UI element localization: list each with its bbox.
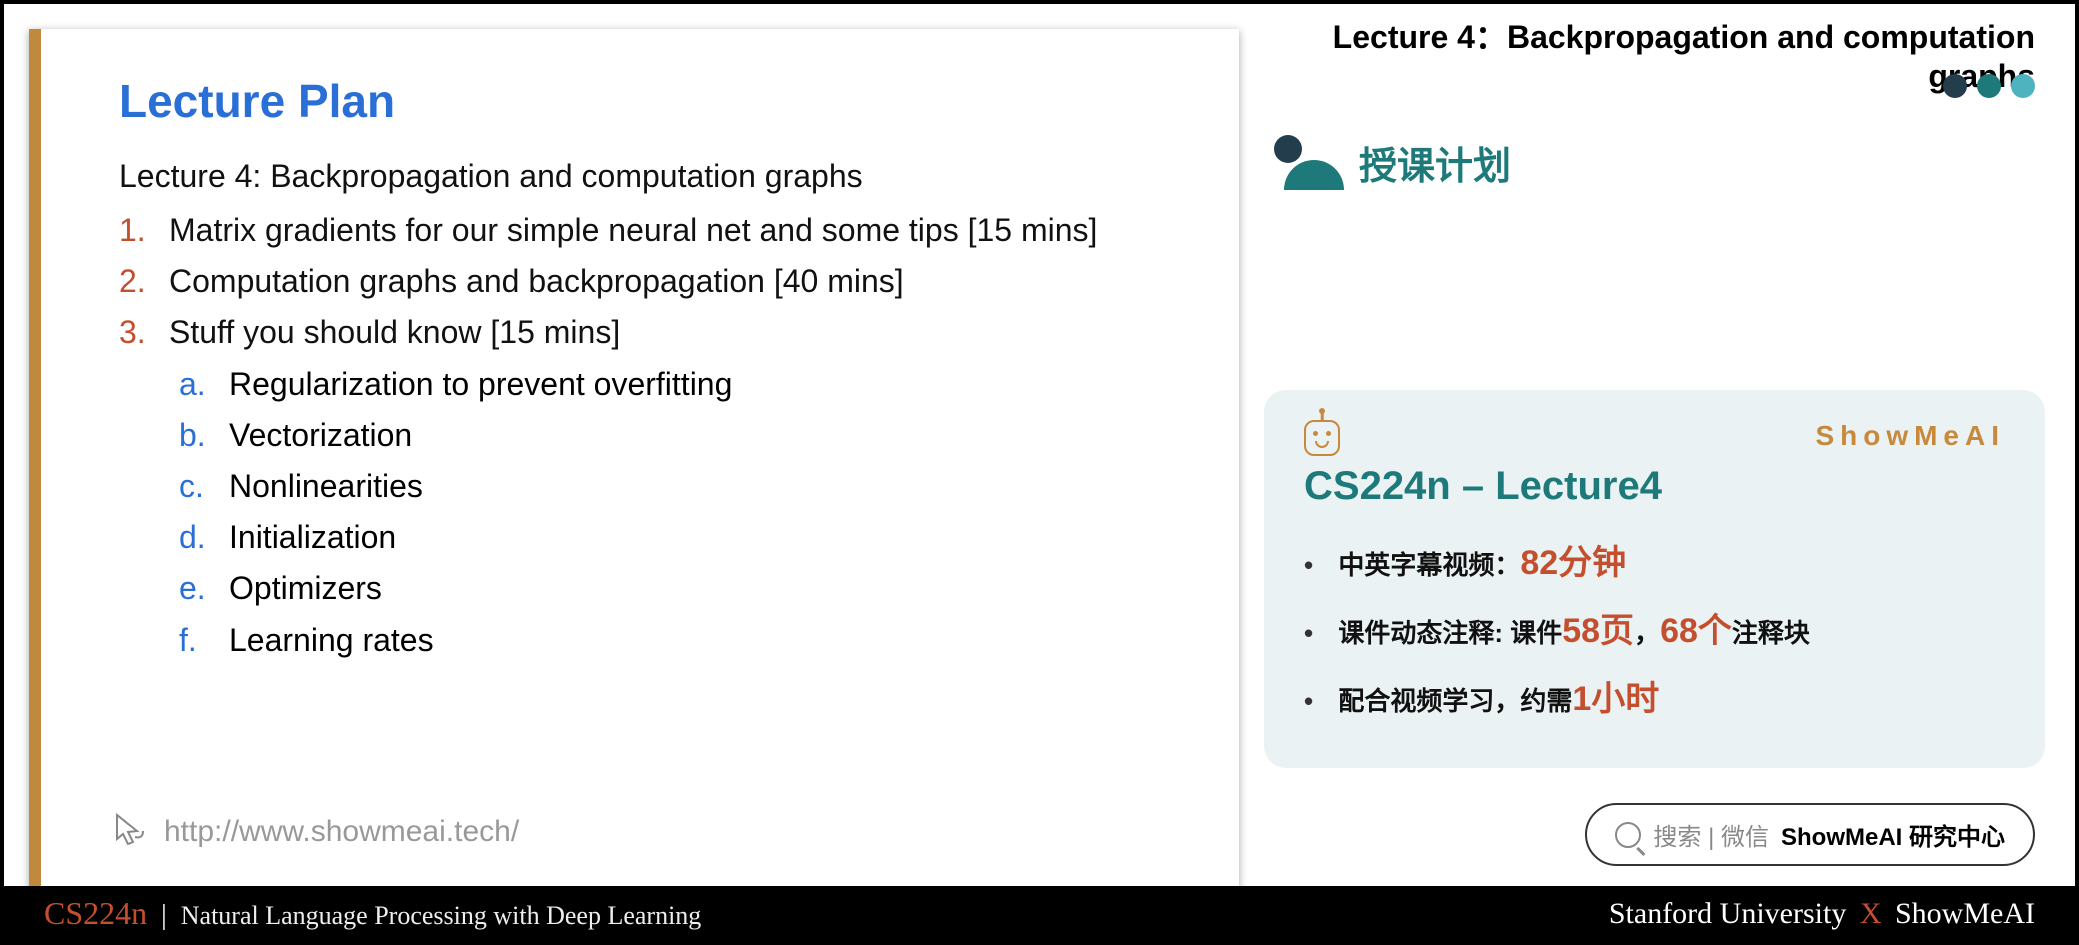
list-letter: f. bbox=[179, 615, 229, 666]
main-area: Lecture Plan Lecture 4: Backpropagation … bbox=[4, 4, 2075, 886]
list-letter: e. bbox=[179, 563, 229, 614]
list-item: 3. Stuff you should know [15 mins] bbox=[119, 307, 1179, 358]
robot-icon bbox=[1304, 420, 1340, 456]
card-list-item: 课件动态注释: 课件58页，68个注释块 bbox=[1304, 597, 2005, 665]
card-list-item: 配合视频学习，约需1小时 bbox=[1304, 665, 2005, 733]
list-number: 2. bbox=[119, 256, 169, 307]
course-code: CS224n bbox=[44, 895, 147, 932]
list-number: 1. bbox=[119, 205, 169, 256]
list-item: 2. Computation graphs and backpropagatio… bbox=[119, 256, 1179, 307]
list-text: Computation graphs and backpropagation [… bbox=[169, 256, 904, 307]
footer-right: Stanford University X ShowMeAI bbox=[1609, 897, 2035, 931]
lecture-subtitle: Lecture 4: Backpropagation and computati… bbox=[119, 158, 1179, 195]
slide-title: Lecture Plan bbox=[119, 74, 1179, 128]
list-item: d. Initialization bbox=[179, 512, 1179, 563]
list-text: Learning rates bbox=[229, 615, 434, 666]
list-item: a. Regularization to prevent overfitting bbox=[179, 359, 1179, 410]
main-list: 1. Matrix gradients for our simple neura… bbox=[119, 205, 1179, 359]
bullet-text: 配合视频学习，约需 bbox=[1338, 686, 1572, 716]
list-item: 1. Matrix gradients for our simple neura… bbox=[119, 205, 1179, 256]
footer-left: CS224n | Natural Language Processing wit… bbox=[44, 895, 701, 932]
highlight-value: 1小时 bbox=[1572, 680, 1659, 718]
list-letter: d. bbox=[179, 512, 229, 563]
semicircle-icon bbox=[1274, 135, 1344, 190]
search-icon bbox=[1615, 822, 1641, 848]
search-hint: 搜索 | 微信 bbox=[1653, 817, 1769, 852]
list-text: Stuff you should know [15 mins] bbox=[169, 307, 620, 358]
brand-name: ShowMeAI bbox=[1895, 897, 2035, 930]
dot-icon bbox=[1943, 74, 1967, 98]
card-list-item: 中英字幕视频：82分钟 bbox=[1304, 529, 2005, 597]
left-panel: Lecture Plan Lecture 4: Backpropagation … bbox=[4, 4, 1249, 886]
dot-icon bbox=[1977, 74, 2001, 98]
cursor-icon bbox=[109, 809, 149, 854]
highlight-value: 58页 bbox=[1562, 612, 1634, 650]
bottom-bar: CS224n | Natural Language Processing wit… bbox=[4, 886, 2075, 941]
list-text: Vectorization bbox=[229, 410, 412, 461]
list-item: b. Vectorization bbox=[179, 410, 1179, 461]
university-name: Stanford University bbox=[1609, 897, 1846, 930]
right-panel: Lecture 4：Backpropagation and computatio… bbox=[1249, 4, 2075, 886]
list-text: Optimizers bbox=[229, 563, 382, 614]
list-letter: b. bbox=[179, 410, 229, 461]
bullet-text: 注释块 bbox=[1732, 618, 1810, 648]
page-frame: Lecture Plan Lecture 4: Backpropagation … bbox=[0, 0, 2079, 945]
list-item: e. Optimizers bbox=[179, 563, 1179, 614]
brand-label: ShowMeAI bbox=[1815, 420, 2005, 452]
slide-card: Lecture Plan Lecture 4: Backpropagation … bbox=[29, 29, 1239, 889]
list-letter: a. bbox=[179, 359, 229, 410]
highlight-value: 68个 bbox=[1660, 612, 1732, 650]
bullet-text: 课件动态注释: 课件 bbox=[1338, 618, 1562, 648]
list-letter: c. bbox=[179, 461, 229, 512]
list-text: Initialization bbox=[229, 512, 396, 563]
x-separator: X bbox=[1860, 897, 1882, 930]
card-list: 中英字幕视频：82分钟 课件动态注释: 课件58页，68个注释块 配合视频学习，… bbox=[1304, 529, 2005, 733]
dot-icon bbox=[2011, 74, 2035, 98]
lecture-header: Lecture 4：Backpropagation and computatio… bbox=[1264, 4, 2045, 100]
list-item: f. Learning rates bbox=[179, 615, 1179, 666]
list-text: Nonlinearities bbox=[229, 461, 423, 512]
search-pill[interactable]: 搜索 | 微信 ShowMeAI 研究中心 bbox=[1585, 803, 2035, 866]
highlight-value: 82分钟 bbox=[1520, 544, 1626, 582]
bullet-text: ， bbox=[1634, 618, 1660, 648]
section-title: 授课计划 bbox=[1359, 135, 1511, 190]
course-name: Natural Language Processing with Deep Le… bbox=[181, 901, 702, 931]
list-text: Matrix gradients for our simple neural n… bbox=[169, 205, 1097, 256]
card-title: CS224n – Lecture4 bbox=[1304, 464, 2005, 509]
divider: | bbox=[161, 900, 167, 932]
section-header: 授课计划 bbox=[1274, 135, 2045, 190]
sub-list: a. Regularization to prevent overfitting… bbox=[179, 359, 1179, 666]
list-item: c. Nonlinearities bbox=[179, 461, 1179, 512]
decorative-dots bbox=[1943, 74, 2035, 98]
bullet-text: 中英字幕视频： bbox=[1338, 550, 1520, 580]
list-number: 3. bbox=[119, 307, 169, 358]
info-card: ShowMeAI CS224n – Lecture4 中英字幕视频：82分钟 课… bbox=[1264, 390, 2045, 768]
search-bold: ShowMeAI 研究中心 bbox=[1781, 817, 2005, 852]
slide-url[interactable]: http://www.showmeai.tech/ bbox=[164, 815, 519, 849]
slide-footer: http://www.showmeai.tech/ bbox=[109, 809, 519, 854]
list-text: Regularization to prevent overfitting bbox=[229, 359, 732, 410]
